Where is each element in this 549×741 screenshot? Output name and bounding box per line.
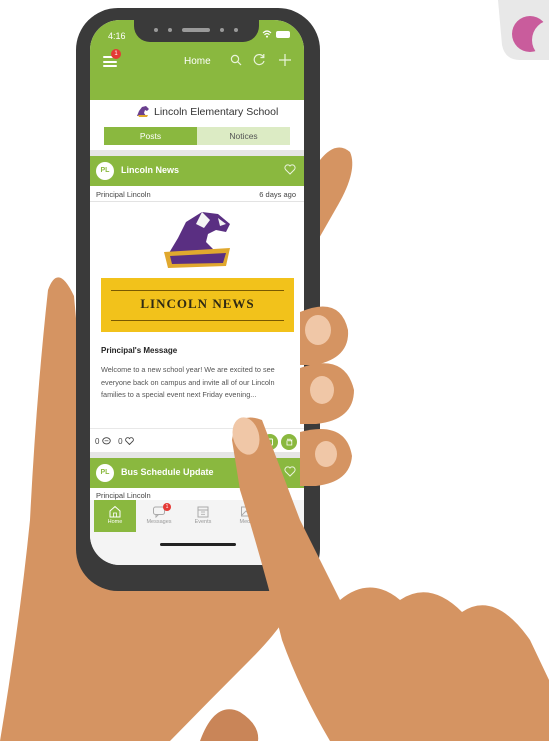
scene: 4:16 1 Home Lincoln Elementary School Po… [0,0,549,741]
pointing-hand-illustration [232,306,549,741]
